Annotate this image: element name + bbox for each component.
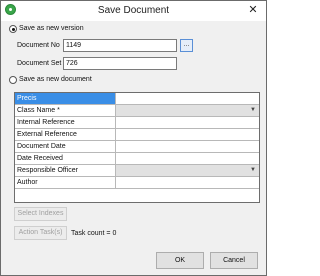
grid-row-internal-reference[interactable]: Internal Reference (15, 117, 259, 129)
grid-row-precis[interactable]: Precis (15, 93, 259, 105)
document-properties-grid: Precis Class Name * ▼ Internal Reference… (14, 92, 260, 203)
internal-reference-field[interactable] (116, 117, 259, 128)
action-tasks-button[interactable]: Action Task(s) (14, 226, 67, 240)
grid-row-label: Class Name * (15, 105, 116, 116)
grid-row-responsible-officer[interactable]: Responsible Officer ▼ (15, 165, 259, 177)
responsible-officer-dropdown[interactable]: ▼ (116, 165, 259, 176)
external-reference-field[interactable] (116, 129, 259, 140)
grid-row-label: Responsible Officer (15, 165, 116, 176)
save-document-dialog: Save Document ✕ Save as new version Docu… (0, 0, 267, 276)
grid-row-date-received[interactable]: Date Received (15, 153, 259, 165)
save-as-new-document-label[interactable]: Save as new document (19, 76, 92, 83)
task-count-label: Task count = 0 (71, 230, 117, 237)
date-received-field[interactable] (116, 153, 259, 164)
precis-value-field[interactable] (116, 93, 259, 104)
cancel-button[interactable]: Cancel (210, 252, 258, 269)
browse-button[interactable]: ... (180, 39, 193, 52)
grid-row-class-name[interactable]: Class Name * ▼ (15, 105, 259, 117)
select-indexes-button[interactable]: Select Indexes (14, 207, 67, 221)
document-set-label: Document Set (17, 60, 62, 67)
author-field[interactable] (116, 177, 259, 188)
grid-row-label: Internal Reference (15, 117, 116, 128)
grid-row-author[interactable]: Author (15, 177, 259, 189)
grid-row-external-reference[interactable]: External Reference (15, 129, 259, 141)
save-as-new-version-label[interactable]: Save as new version (19, 25, 84, 32)
grid-row-label: Author (15, 177, 116, 188)
grid-row-label: External Reference (15, 129, 116, 140)
chevron-down-icon[interactable]: ▼ (249, 105, 257, 116)
ok-button[interactable]: OK (156, 252, 204, 269)
document-no-label: Document No (17, 42, 60, 49)
window-title: Save Document (97, 5, 170, 16)
close-icon[interactable]: ✕ (246, 3, 260, 17)
chevron-down-icon[interactable]: ▼ (249, 165, 257, 176)
document-set-field[interactable]: 726 (63, 57, 177, 70)
document-date-field[interactable] (116, 141, 259, 152)
grid-row-label: Date Received (15, 153, 116, 164)
class-name-dropdown[interactable]: ▼ (116, 105, 259, 116)
title-bar: Save Document ✕ (1, 1, 266, 21)
save-as-new-version-radio[interactable] (9, 25, 17, 33)
grid-row-label: Precis (15, 93, 116, 104)
save-as-new-document-radio[interactable] (9, 76, 17, 84)
grid-row-document-date[interactable]: Document Date (15, 141, 259, 153)
document-no-field[interactable]: 1149 (63, 39, 177, 52)
grid-row-label: Document Date (15, 141, 116, 152)
